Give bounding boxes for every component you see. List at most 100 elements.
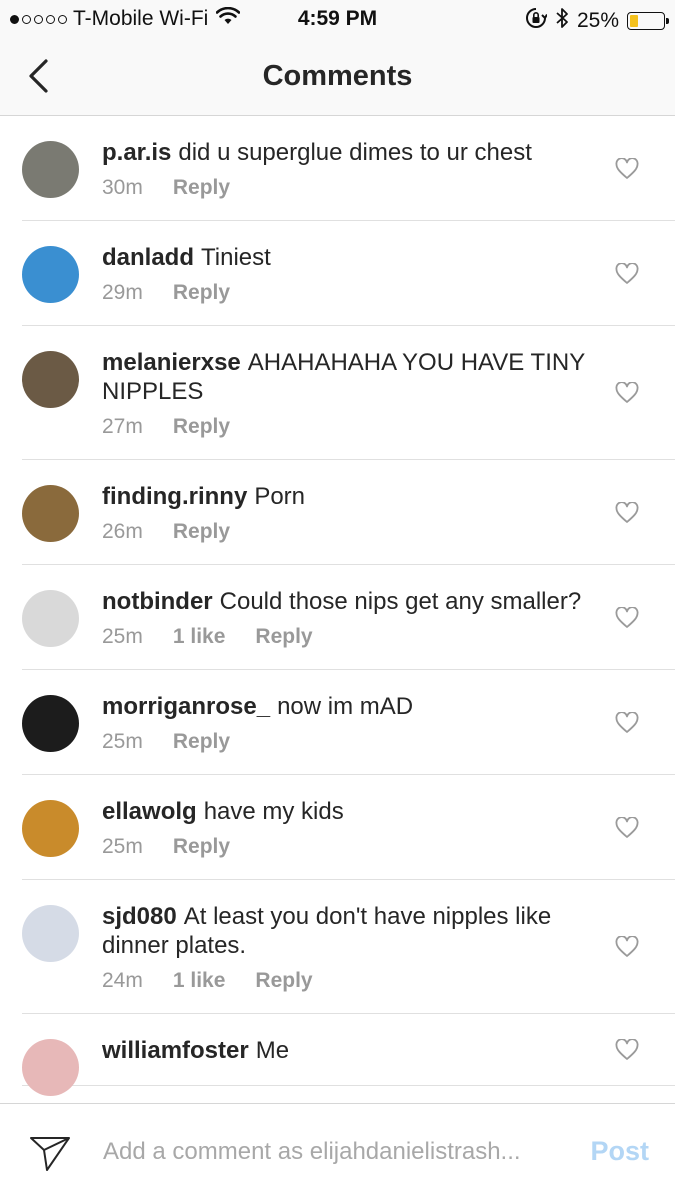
comment-text: notbinder Could those nips get any smalle… bbox=[102, 587, 595, 616]
rotation-lock-icon bbox=[525, 7, 548, 35]
comment-time: 30m bbox=[102, 176, 143, 199]
comment-text: finding.rinny Porn bbox=[102, 482, 595, 511]
heart-icon[interactable] bbox=[615, 710, 639, 734]
comment-username[interactable]: finding.rinny bbox=[102, 483, 247, 510]
comment-input-bar: Post bbox=[0, 1103, 675, 1200]
comment-time: 29m bbox=[102, 281, 143, 304]
comment-row[interactable]: sjd080 At least you don't have nipples li… bbox=[22, 880, 675, 1014]
comment-body: melanierxse AHAHAHAHA YOU HAVE TINY NIPPL… bbox=[102, 326, 595, 459]
post-button[interactable]: Post bbox=[590, 1136, 649, 1167]
comment-content: Me bbox=[255, 1037, 290, 1064]
reply-button[interactable]: Reply bbox=[173, 730, 230, 754]
avatar[interactable] bbox=[22, 485, 79, 542]
comment-body: finding.rinny Porn 26m Reply bbox=[102, 460, 595, 564]
comment-text: danladd Tiniest bbox=[102, 243, 595, 272]
comment-text: williamfoster Me bbox=[102, 1036, 595, 1065]
reply-button[interactable]: Reply bbox=[173, 835, 230, 859]
comment-content: Could those nips get any smaller? bbox=[219, 588, 582, 615]
comment-username[interactable]: ellawolg bbox=[102, 798, 197, 825]
comment-text: melanierxse AHAHAHAHA YOU HAVE TINY NIPPL… bbox=[102, 348, 595, 406]
reply-button[interactable]: Reply bbox=[173, 520, 230, 544]
heart-icon[interactable] bbox=[615, 500, 639, 524]
comment-content: Porn bbox=[254, 483, 306, 510]
reply-button[interactable]: Reply bbox=[255, 625, 312, 649]
status-right: 25% bbox=[525, 7, 669, 35]
comment-text: morriganrose_ now im mAD bbox=[102, 692, 595, 721]
comment-meta: 27m Reply bbox=[102, 415, 595, 439]
reply-button[interactable]: Reply bbox=[173, 415, 230, 439]
comment-meta: 24m 1 like Reply bbox=[102, 969, 595, 993]
comment-time: 26m bbox=[102, 520, 143, 543]
comment-meta: 25m Reply bbox=[102, 730, 595, 754]
comment-username[interactable]: notbinder bbox=[102, 588, 213, 615]
comment-text: sjd080 At least you don't have nipples li… bbox=[102, 902, 595, 960]
comment-row[interactable]: williamfoster Me bbox=[22, 1014, 675, 1096]
avatar[interactable] bbox=[22, 141, 79, 198]
comment-username[interactable]: p.ar.is bbox=[102, 139, 171, 166]
comment-likes[interactable]: 1 like bbox=[173, 625, 226, 649]
comment-time: 25m bbox=[102, 625, 143, 648]
heart-icon[interactable] bbox=[615, 261, 639, 285]
avatar[interactable] bbox=[22, 800, 79, 857]
comment-time: 25m bbox=[102, 730, 143, 753]
comment-username[interactable]: danladd bbox=[102, 244, 194, 271]
comment-username[interactable]: sjd080 bbox=[102, 903, 177, 930]
comment-row[interactable]: p.ar.is did u superglue dimes to ur chest… bbox=[22, 116, 675, 221]
comment-body: morriganrose_ now im mAD 25m Reply bbox=[102, 670, 595, 774]
heart-icon[interactable] bbox=[615, 605, 639, 629]
battery-icon bbox=[627, 12, 669, 30]
heart-icon[interactable] bbox=[615, 815, 639, 839]
comment-content: now im mAD bbox=[277, 693, 414, 720]
comment-body: ellawolg have my kids 25m Reply bbox=[102, 775, 595, 879]
comment-body: notbinder Could those nips get any smalle… bbox=[102, 565, 595, 669]
comment-row[interactable]: finding.rinny Porn 26m Reply bbox=[22, 460, 675, 565]
comment-body: p.ar.is did u superglue dimes to ur chest… bbox=[102, 116, 595, 220]
comment-content: did u superglue dimes to ur chest bbox=[178, 139, 532, 166]
comment-meta: 25m Reply bbox=[102, 835, 595, 859]
comment-row[interactable]: melanierxse AHAHAHAHA YOU HAVE TINY NIPPL… bbox=[22, 326, 675, 460]
battery-percent: 25% bbox=[576, 9, 619, 32]
avatar[interactable] bbox=[22, 905, 79, 962]
comment-content: have my kids bbox=[203, 798, 344, 825]
avatar[interactable] bbox=[22, 246, 79, 303]
comment-username[interactable]: melanierxse bbox=[102, 349, 241, 376]
comment-meta: 26m Reply bbox=[102, 520, 595, 544]
comments-list[interactable]: p.ar.is did u superglue dimes to ur chest… bbox=[0, 116, 675, 1104]
comment-time: 24m bbox=[102, 969, 143, 992]
reply-button[interactable]: Reply bbox=[173, 281, 230, 305]
status-bar: T-Mobile Wi-Fi 4:59 PM 25% bbox=[0, 0, 675, 38]
comment-meta: 30m Reply bbox=[102, 176, 595, 200]
send-icon[interactable] bbox=[28, 1130, 72, 1174]
reply-button[interactable]: Reply bbox=[173, 176, 230, 200]
comment-row[interactable]: morriganrose_ now im mAD 25m Reply bbox=[22, 670, 675, 775]
comment-text: p.ar.is did u superglue dimes to ur chest bbox=[102, 138, 595, 167]
comment-body: danladd Tiniest 29m Reply bbox=[102, 221, 595, 325]
avatar[interactable] bbox=[22, 1039, 79, 1096]
comment-body: sjd080 At least you don't have nipples li… bbox=[102, 880, 595, 1013]
page-title: Comments bbox=[262, 60, 413, 92]
comment-username[interactable]: williamfoster bbox=[102, 1037, 249, 1064]
heart-icon[interactable] bbox=[615, 1038, 639, 1061]
comment-meta: 29m Reply bbox=[102, 281, 595, 305]
comment-text: ellawolg have my kids bbox=[102, 797, 595, 826]
comment-meta: 25m 1 like Reply bbox=[102, 625, 595, 649]
comment-content: Tiniest bbox=[201, 244, 271, 271]
comment-row[interactable]: danladd Tiniest 29m Reply bbox=[22, 221, 675, 326]
heart-icon[interactable] bbox=[615, 381, 639, 404]
comment-body: williamfoster Me bbox=[102, 1014, 595, 1085]
comment-username[interactable]: morriganrose_ bbox=[102, 693, 270, 720]
avatar[interactable] bbox=[22, 695, 79, 752]
comment-time: 25m bbox=[102, 835, 143, 858]
comment-input[interactable] bbox=[103, 1134, 563, 1170]
comment-row[interactable]: notbinder Could those nips get any smalle… bbox=[22, 565, 675, 670]
avatar[interactable] bbox=[22, 590, 79, 647]
comment-time: 27m bbox=[102, 415, 143, 438]
bluetooth-icon bbox=[555, 7, 569, 35]
heart-icon[interactable] bbox=[615, 156, 639, 180]
comment-likes[interactable]: 1 like bbox=[173, 969, 226, 993]
reply-button[interactable]: Reply bbox=[255, 969, 312, 993]
nav-bar: Comments bbox=[0, 38, 675, 116]
comment-row[interactable]: ellawolg have my kids 25m Reply bbox=[22, 775, 675, 880]
heart-icon[interactable] bbox=[615, 935, 639, 958]
avatar[interactable] bbox=[22, 351, 79, 408]
